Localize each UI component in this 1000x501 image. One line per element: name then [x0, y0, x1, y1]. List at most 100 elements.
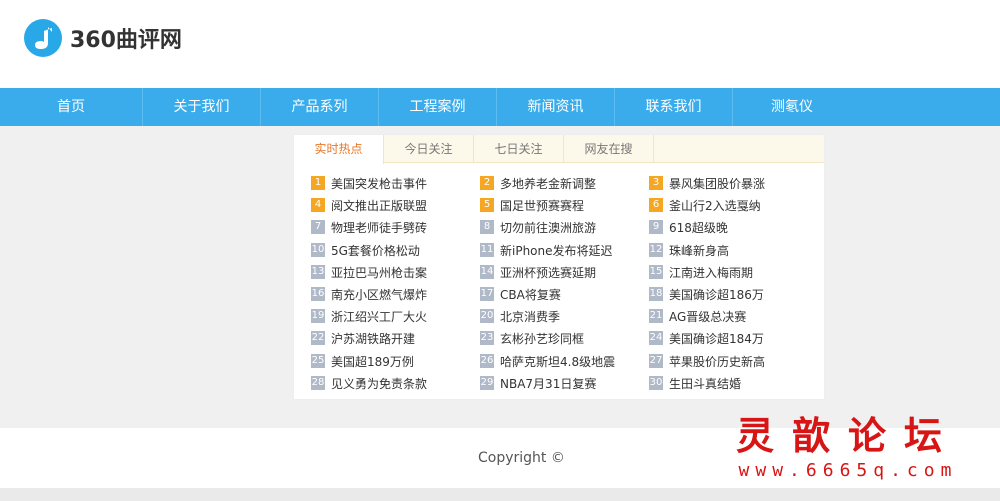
hot-topic-item[interactable]: 27 苹果股价历史新高 — [649, 353, 814, 369]
hot-topic-item[interactable]: 25 美国超189万例 — [311, 353, 476, 369]
nav-item-about[interactable]: 关于我们 — [143, 88, 261, 126]
hot-topic-title[interactable]: 国足世预赛赛程 — [500, 197, 584, 214]
rank-badge: 14 — [480, 265, 494, 279]
hot-topic-item[interactable]: 7 物理老师徒手劈砖 — [311, 219, 476, 235]
hot-topic-item[interactable]: 16 南充小区燃气爆炸 — [311, 286, 476, 302]
rank-badge: 15 — [649, 265, 663, 279]
rank-badge: 2 — [480, 176, 494, 190]
hot-topic-title[interactable]: NBA7月31日复赛 — [500, 375, 596, 392]
hot-topic-item[interactable]: 2 多地养老金新调整 — [480, 175, 645, 191]
rank-badge: 8 — [480, 220, 494, 234]
hot-topic-title[interactable]: CBA将复赛 — [500, 286, 561, 303]
hot-topic-title[interactable]: 亚拉巴马州枪击案 — [331, 264, 427, 281]
hot-topic-item[interactable]: 9 618超级晚 — [649, 219, 814, 235]
hot-topic-title[interactable]: 釜山行2入选戛纳 — [669, 197, 761, 214]
hot-topic-item[interactable]: 19 浙江绍兴工厂大火 — [311, 308, 476, 324]
hot-topic-item[interactable]: 4 阅文推出正版联盟 — [311, 197, 476, 213]
hot-topic-item[interactable]: 26 哈萨克斯坦4.8级地震 — [480, 353, 645, 369]
rank-badge: 18 — [649, 287, 663, 301]
hot-topic-title[interactable]: 浙江绍兴工厂大火 — [331, 308, 427, 325]
rank-badge: 9 — [649, 220, 663, 234]
hot-topic-title[interactable]: 暴风集团股价暴涨 — [669, 175, 765, 192]
hot-topic-item[interactable]: 1 美国突发枪击事件 — [311, 175, 476, 191]
hot-topic-title[interactable]: 美国超189万例 — [331, 353, 414, 370]
hot-topic-item[interactable]: 29 NBA7月31日复赛 — [480, 375, 645, 391]
hot-topic-item[interactable]: 5 国足世预赛赛程 — [480, 197, 645, 213]
hot-topic-title[interactable]: 珠峰新身高 — [669, 242, 729, 259]
site-logo[interactable]: 360曲评网 — [24, 19, 182, 57]
nav-item-radon-meter[interactable]: 测氡仪 — [733, 88, 851, 126]
rank-badge: 28 — [311, 376, 325, 390]
hot-topic-item[interactable]: 20 北京消费季 — [480, 308, 645, 324]
rank-badge: 30 — [649, 376, 663, 390]
hot-topic-item[interactable]: 28 见义勇为免责条款 — [311, 375, 476, 391]
rank-badge: 17 — [480, 287, 494, 301]
hot-topic-item[interactable]: 30 生田斗真结婚 — [649, 375, 814, 391]
rank-badge: 27 — [649, 354, 663, 368]
tab-realtime-hot[interactable]: 实时热点 — [294, 135, 384, 164]
hot-topic-item[interactable]: 11 新iPhone发布将延迟 — [480, 242, 645, 258]
hot-topic-title[interactable]: 5G套餐价格松动 — [331, 242, 420, 259]
rank-badge: 3 — [649, 176, 663, 190]
rank-badge: 24 — [649, 331, 663, 345]
hot-topic-item[interactable]: 21 AG晋级总决赛 — [649, 308, 814, 324]
hot-topic-item[interactable]: 23 玄彬孙艺珍同框 — [480, 330, 645, 346]
rank-badge: 1 — [311, 176, 325, 190]
rank-badge: 19 — [311, 309, 325, 323]
hot-topic-item[interactable]: 8 切勿前往澳洲旅游 — [480, 219, 645, 235]
hot-topic-item[interactable]: 6 釜山行2入选戛纳 — [649, 197, 814, 213]
nav-item-cases[interactable]: 工程案例 — [379, 88, 497, 126]
hot-topic-title[interactable]: 苹果股价历史新高 — [669, 353, 765, 370]
nav-item-contact[interactable]: 联系我们 — [615, 88, 733, 126]
watermark-title: 灵歆论坛 — [735, 413, 960, 458]
tab-today-focus[interactable]: 今日关注 — [384, 135, 474, 163]
hot-topic-title[interactable]: 生田斗真结婚 — [669, 375, 741, 392]
hot-topics-panel: 实时热点 今日关注 七日关注 网友在搜 1 美国突发枪击事件 2 多地养老金新调整 3 暴… — [293, 134, 825, 400]
copyright-text: Copyright © — [478, 450, 565, 466]
hot-topic-title[interactable]: 见义勇为免责条款 — [331, 375, 427, 392]
nav-item-news[interactable]: 新闻资讯 — [497, 88, 615, 126]
hot-topic-item[interactable]: 10 5G套餐价格松动 — [311, 242, 476, 258]
rank-badge: 26 — [480, 354, 494, 368]
rank-badge: 10 — [311, 243, 325, 257]
tab-week-focus[interactable]: 七日关注 — [474, 135, 564, 163]
hot-topic-title[interactable]: 南充小区燃气爆炸 — [331, 286, 427, 303]
hot-topic-title[interactable]: 玄彬孙艺珍同框 — [500, 330, 584, 347]
nav-item-home[interactable]: 首页 — [0, 88, 143, 126]
rank-badge: 11 — [480, 243, 494, 257]
hot-topic-title[interactable]: 美国突发枪击事件 — [331, 175, 427, 192]
hot-topic-title[interactable]: AG晋级总决赛 — [669, 308, 746, 325]
hot-topic-title[interactable]: 物理老师徒手劈砖 — [331, 219, 427, 236]
hot-topic-title[interactable]: 美国确诊超186万 — [669, 286, 764, 303]
rank-badge: 13 — [311, 265, 325, 279]
hot-topic-title[interactable]: 新iPhone发布将延迟 — [500, 242, 613, 259]
tab-user-search[interactable]: 网友在搜 — [564, 135, 654, 163]
hot-topic-item[interactable]: 3 暴风集团股价暴涨 — [649, 175, 814, 191]
hot-topic-item[interactable]: 12 珠峰新身高 — [649, 242, 814, 258]
rank-badge: 7 — [311, 220, 325, 234]
hot-topic-item[interactable]: 24 美国确诊超184万 — [649, 330, 814, 346]
hot-topic-title[interactable]: 多地养老金新调整 — [500, 175, 596, 192]
rank-badge: 16 — [311, 287, 325, 301]
rank-badge: 6 — [649, 198, 663, 212]
hot-topic-title[interactable]: 北京消费季 — [500, 308, 560, 325]
hot-topic-item[interactable]: 17 CBA将复赛 — [480, 286, 645, 302]
rank-badge: 20 — [480, 309, 494, 323]
hot-topic-title[interactable]: 沪苏湖铁路开建 — [331, 330, 415, 347]
hot-topic-item[interactable]: 14 亚洲杯预选赛延期 — [480, 264, 645, 280]
hot-topic-item[interactable]: 18 美国确诊超186万 — [649, 286, 814, 302]
nav-item-products[interactable]: 产品系列 — [261, 88, 379, 126]
hot-topic-item[interactable]: 15 江南进入梅雨期 — [649, 264, 814, 280]
hot-topic-title[interactable]: 阅文推出正版联盟 — [331, 197, 427, 214]
rank-badge: 23 — [480, 331, 494, 345]
hot-topic-item[interactable]: 22 沪苏湖铁路开建 — [311, 330, 476, 346]
hot-topic-item[interactable]: 13 亚拉巴马州枪击案 — [311, 264, 476, 280]
hot-topic-title[interactable]: 亚洲杯预选赛延期 — [500, 264, 596, 281]
hot-topic-title[interactable]: 哈萨克斯坦4.8级地震 — [500, 353, 615, 370]
hot-topic-title[interactable]: 美国确诊超184万 — [669, 330, 764, 347]
rank-badge: 25 — [311, 354, 325, 368]
hot-topic-title[interactable]: 切勿前往澳洲旅游 — [500, 219, 596, 236]
hot-topic-title[interactable]: 618超级晚 — [669, 219, 728, 236]
main-nav: 首页 关于我们 产品系列 工程案例 新闻资讯 联系我们 测氡仪 — [0, 88, 1000, 126]
hot-topic-title[interactable]: 江南进入梅雨期 — [669, 264, 753, 281]
